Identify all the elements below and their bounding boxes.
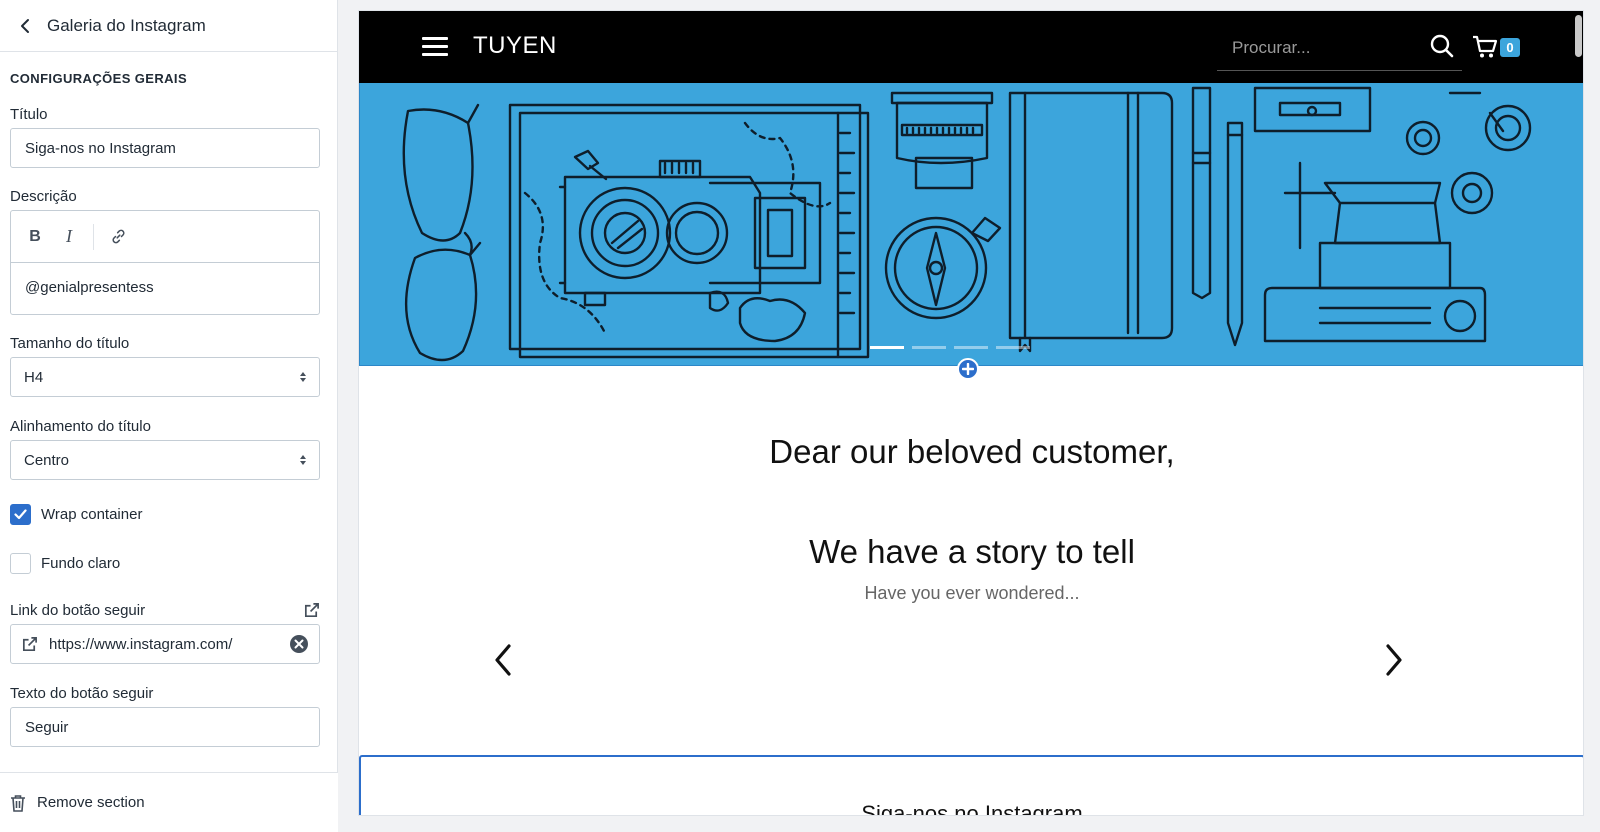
store-header: TUYEN Procurar... 0 [359,11,1583,83]
bold-button[interactable]: B [25,225,45,249]
store-logo[interactable]: TUYEN [473,32,557,60]
store-preview: TUYEN Procurar... 0 Dear our beloved cus… [358,10,1584,816]
wrap-container-label: Wrap container [41,506,143,523]
external-link-icon[interactable] [303,602,320,619]
slide-dot[interactable] [912,346,946,349]
fundo-claro-checkbox[interactable] [10,553,31,574]
toolbar-divider [93,223,94,250]
add-section-button[interactable] [957,358,979,380]
next-arrow-icon[interactable] [1379,642,1407,678]
sidebar-title: Galeria do Instagram [47,15,206,35]
remove-section-label: Remove section [37,794,145,811]
clear-icon[interactable] [289,634,309,654]
story-greeting: Dear our beloved customer, [769,433,1175,470]
link-botao-label-row: Link do botão seguir [10,602,320,619]
search-icon[interactable] [1429,33,1455,59]
descricao-content[interactable]: @genialpresentess [11,263,319,312]
titulo-label: Título [10,106,48,123]
story-subtitle: Have you ever wondered... [864,583,1080,603]
titulo-input[interactable]: Siga-nos no Instagram [10,128,320,168]
instagram-section[interactable]: Siga-nos no Instagram [359,755,1583,816]
texto-botao-label: Texto do botão seguir [10,685,154,702]
wrap-container-checkbox[interactable] [10,504,31,525]
tamanho-titulo-value: H4 [24,368,44,386]
slide-dot[interactable] [996,346,1030,349]
menu-icon-bar [422,45,448,48]
descricao-label: Descrição [10,188,77,205]
wrap-container-option[interactable]: Wrap container [10,504,327,525]
italic-button[interactable]: I [59,225,79,249]
fundo-claro-option[interactable]: Fundo claro [10,553,327,574]
link-button[interactable] [108,225,128,249]
menu-icon-bar [422,37,448,40]
back-button[interactable] [14,15,36,37]
menu-icon-bar [422,53,448,56]
cart-icon[interactable] [1472,35,1498,59]
instagram-title: Siga-nos no Instagram [861,801,1083,816]
checkmark-icon [14,509,27,520]
hero-slideshow[interactable] [359,83,1583,366]
alinhamento-titulo-select[interactable]: Centro [10,440,320,480]
menu-button[interactable] [422,37,448,56]
tamanho-titulo-select[interactable]: H4 [10,357,320,397]
alinhamento-titulo-value: Centro [24,451,70,469]
chevron-left-icon [21,18,29,33]
story-section: Dear our beloved customer, We have a sto… [359,367,1583,755]
search-input[interactable]: Procurar... [1217,26,1462,71]
texto-botao-input[interactable]: Seguir [10,707,320,747]
remove-section-button[interactable]: Remove section [0,772,338,832]
cart-count-badge: 0 [1500,38,1520,57]
hero-illustration [402,86,1532,362]
link-botao-value: https://www.instagram.com/ [49,635,233,653]
alinhamento-titulo-label: Alinhamento do título [10,418,151,435]
rte-toolbar: B I [11,211,319,263]
select-arrows-icon [300,372,306,382]
settings-sidebar: Galeria do Instagram CONFIGURAÇÕES GERAI… [0,0,338,832]
select-arrows-icon [300,455,306,465]
fundo-claro-label: Fundo claro [41,555,121,572]
section-heading: CONFIGURAÇÕES GERAIS [10,71,188,86]
previous-arrow-icon[interactable] [490,642,518,678]
story-title: We have a story to tell [809,533,1135,570]
external-link-icon [22,636,37,651]
preview-scrollbar[interactable] [1575,15,1582,57]
tamanho-titulo-label: Tamanho do título [10,335,130,352]
plus-icon [962,363,974,375]
link-botao-input[interactable]: https://www.instagram.com/ [10,624,320,664]
slideshow-pagination [870,346,1030,349]
sidebar-body[interactable]: CONFIGURAÇÕES GERAIS Título Siga-nos no … [0,52,337,772]
slide-dot[interactable] [870,346,904,349]
link-botao-label: Link do botão seguir [10,602,146,619]
link-icon [112,229,124,244]
descricao-editor: B I @genialpresentess [10,210,320,315]
sidebar-header: Galeria do Instagram [0,0,337,52]
trash-icon [11,794,25,812]
slide-dot[interactable] [954,346,988,349]
